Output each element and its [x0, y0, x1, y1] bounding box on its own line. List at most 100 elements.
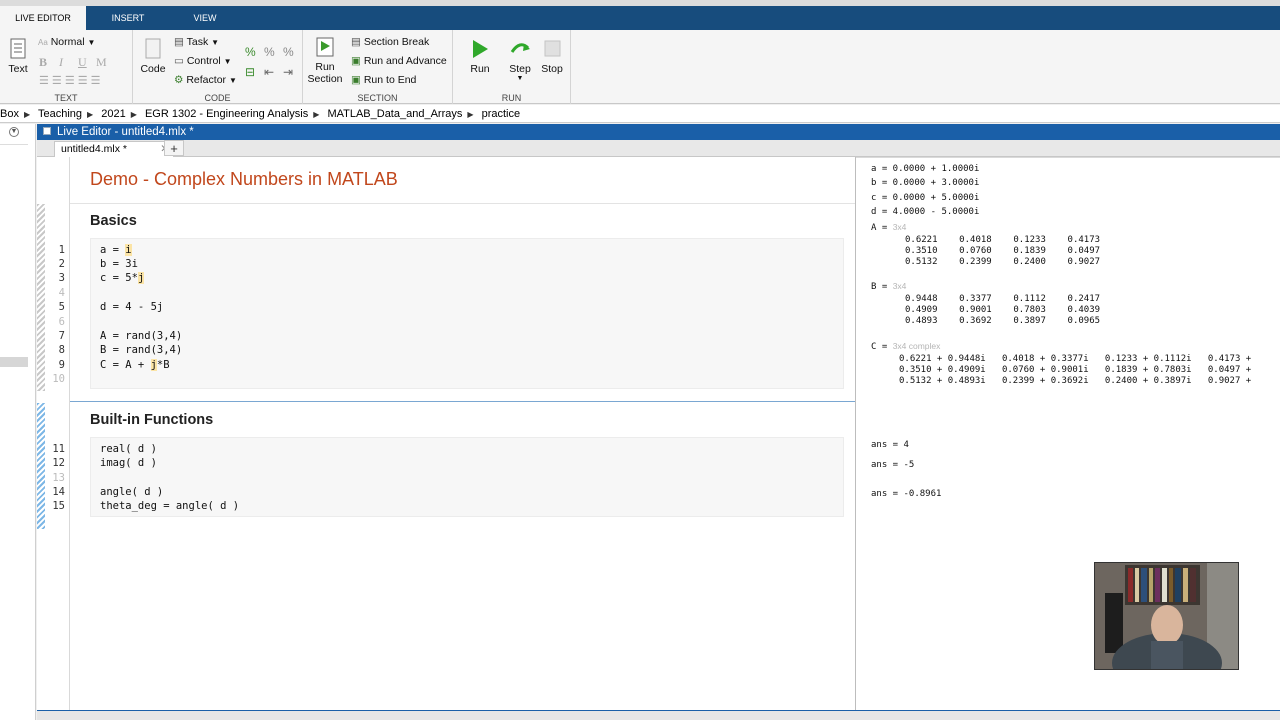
tab-insert[interactable]: INSERT [86, 6, 170, 30]
chevron-right-icon: ▶ [313, 110, 320, 119]
code-block-basics[interactable] [90, 238, 844, 389]
tab-live-editor[interactable]: LIVE EDITOR [0, 6, 86, 30]
run-group: Run Step ▼ Stop RUN [453, 30, 571, 104]
highlighted-token: i [125, 244, 132, 256]
decrease-indent-icon[interactable]: ⇤ [264, 65, 274, 79]
collapse-icon[interactable]: ▼ [9, 127, 19, 137]
section-group: Run Section ▤ Section Break ▣ Run and Ad… [303, 30, 453, 104]
code-line[interactable]: angle( d ) [100, 486, 163, 498]
step-button[interactable]: Step ▼ [505, 38, 535, 82]
control-icon: ▭ [174, 55, 184, 67]
code-text: C = A + [100, 359, 151, 371]
run-and-advance-label: Run and Advance [363, 55, 447, 67]
line-number: 12 [52, 457, 65, 469]
output-c: c = 0.0000 + 5.0000i [871, 193, 980, 203]
line-number: 4 [58, 287, 65, 299]
code-text: c = 5* [100, 272, 138, 284]
dimension-label: 3x4 [892, 281, 907, 291]
line-number: 10 [52, 373, 65, 385]
wrap-comment-icon[interactable]: % [283, 45, 294, 59]
underline-button[interactable]: U [78, 55, 87, 70]
run-section-icon [316, 37, 334, 57]
smart-indent-icon[interactable]: ⊟ [245, 65, 255, 79]
italic-button[interactable]: I [59, 55, 63, 70]
ribbon-tab-bar: LIVE EDITOR INSERT VIEW [0, 6, 1280, 30]
run-button[interactable]: Run [465, 38, 495, 75]
breadcrumb-item[interactable]: 2021 [101, 108, 125, 120]
refactor-label: Refactor [186, 74, 227, 86]
output-ans-real: ans = 4 [871, 440, 909, 450]
window-menu-icon[interactable] [43, 127, 51, 135]
line-number: 1 [58, 244, 65, 256]
code-line[interactable]: b = 3i [100, 258, 138, 270]
breadcrumb-item[interactable]: practice [482, 108, 521, 120]
section-break-button[interactable]: ▤ Section Break [351, 36, 429, 48]
section-group-label: SECTION [357, 93, 398, 103]
control-dropdown[interactable]: ▭ Control ▼ [174, 55, 232, 67]
run-section-label-line2: Section [307, 73, 343, 85]
code-line[interactable]: A = rand(3,4) [100, 330, 182, 342]
editor-title-bar: Live Editor - untitled4.mlx * [37, 124, 1280, 140]
code-line[interactable]: imag( d ) [100, 457, 157, 469]
style-dropdown[interactable]: Aa Normal ▼ [38, 36, 95, 48]
chevron-down-icon: ▼ [211, 38, 220, 47]
section-heading-builtin-functions[interactable]: Built-in Functions [90, 412, 213, 428]
section-break-icon: ▤ [351, 36, 361, 48]
run-section-button[interactable]: Run Section [307, 36, 343, 85]
editor-window-title: Live Editor - untitled4.mlx * [57, 126, 194, 138]
run-to-end-icon: ▣ [351, 74, 361, 86]
line-number: 6 [58, 316, 65, 328]
refactor-dropdown[interactable]: ⚙ Refactor ▼ [174, 74, 237, 86]
comment-icon[interactable]: % [245, 45, 256, 59]
live-editor-document[interactable]: 1 2 3 4 5 6 7 8 9 10 11 12 13 14 15 Demo… [37, 157, 855, 710]
selected-row-marker [0, 357, 28, 367]
stop-label: Stop [541, 63, 563, 75]
code-line[interactable]: theta_deg = angle( d ) [100, 500, 239, 512]
code-doc-icon [145, 38, 161, 59]
code-line[interactable]: c = 5*j [100, 272, 145, 284]
increase-indent-icon[interactable]: ⇥ [283, 65, 293, 79]
run-label: Run [470, 63, 490, 75]
run-and-advance-button[interactable]: ▣ Run and Advance [351, 55, 447, 67]
monospace-button[interactable]: M [96, 55, 107, 70]
code-line[interactable]: d = 4 - 5j [100, 301, 163, 313]
style-icon: Aa [38, 38, 48, 47]
code-line[interactable]: B = rand(3,4) [100, 344, 182, 356]
step-label: Step [509, 63, 531, 75]
chevron-down-icon: ▼ [223, 57, 232, 66]
line-number: 15 [52, 500, 65, 512]
breadcrumb-item[interactable]: Box [0, 108, 19, 120]
breadcrumb-item[interactable]: EGR 1302 - Engineering Analysis [145, 108, 308, 120]
stop-button[interactable]: Stop [537, 38, 567, 75]
tab-view[interactable]: VIEW [170, 6, 240, 30]
section-heading-basics[interactable]: Basics [90, 213, 137, 229]
code-line[interactable]: real( d ) [100, 443, 157, 455]
section-indicator [37, 204, 45, 391]
text-group: Text Aa Normal ▼ B I U M ☰ ☰ ☰ ☰ ☰ TEXT [0, 30, 133, 104]
chevron-down-icon: ▼ [87, 38, 96, 47]
uncomment-icon[interactable]: % [264, 45, 275, 59]
task-dropdown[interactable]: ▤ Task ▼ [174, 36, 219, 48]
code-line[interactable]: a = i [100, 244, 132, 256]
breadcrumb-item[interactable]: Teaching [38, 108, 82, 120]
list-bullet-icon[interactable]: ☰ ☰ ☰ ☰ ☰ [39, 74, 101, 87]
code-line[interactable]: C = A + j*B [100, 359, 170, 371]
output-b: b = 0.0000 + 3.0000i [871, 178, 980, 188]
text-button[interactable]: Text [3, 38, 33, 75]
run-to-end-button[interactable]: ▣ Run to End [351, 74, 416, 86]
output-a: a = 0.0000 + 1.0000i [871, 164, 980, 174]
file-tab-label: untitled4.mlx * [61, 143, 127, 155]
new-tab-button[interactable]: + [164, 140, 184, 156]
breadcrumb-item[interactable]: MATLAB_Data_and_Arrays [327, 108, 462, 120]
tab-untitled4[interactable]: untitled4.mlx * ✕ [54, 141, 174, 157]
line-number: 13 [52, 472, 65, 484]
code-button[interactable]: Code [137, 38, 169, 75]
run-to-end-label: Run to End [363, 74, 417, 86]
code-group-label: CODE [204, 93, 231, 103]
divider [0, 144, 28, 145]
text-button-label: Text [8, 63, 28, 75]
bold-button[interactable]: B [39, 55, 47, 70]
chevron-down-icon: ▼ [228, 76, 237, 85]
document-title[interactable]: Demo - Complex Numbers in MATLAB [90, 169, 398, 190]
line-number: 3 [58, 272, 65, 284]
